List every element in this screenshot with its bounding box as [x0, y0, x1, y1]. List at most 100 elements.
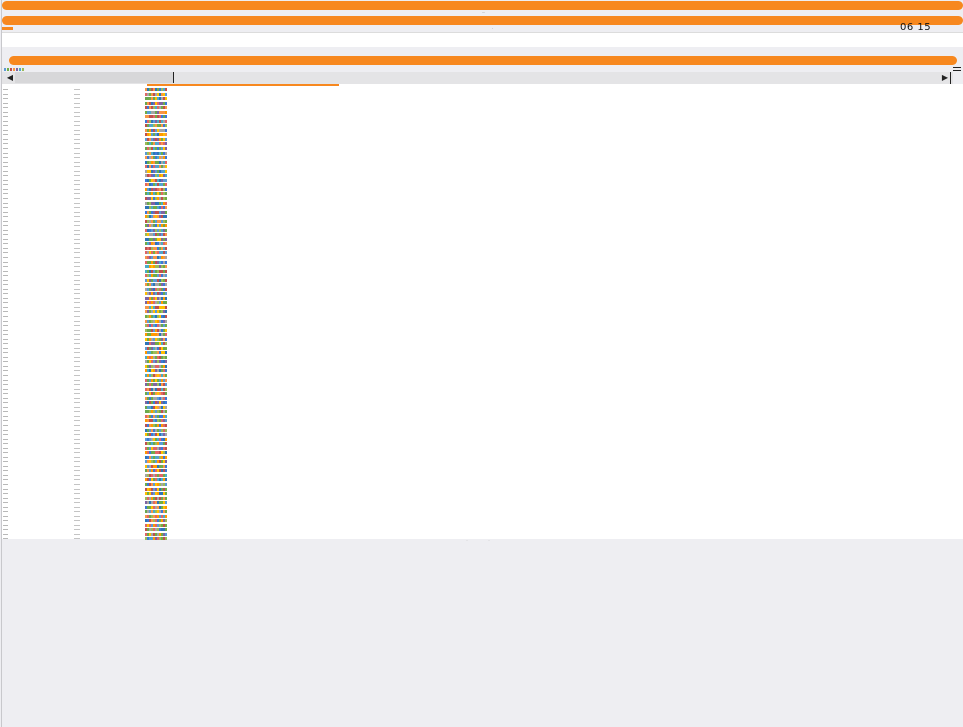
table-row[interactable] — [2, 228, 963, 233]
table-row[interactable] — [2, 269, 963, 274]
table-row[interactable] — [2, 283, 963, 287]
table-row[interactable] — [2, 133, 963, 137]
table-row[interactable] — [2, 101, 963, 106]
table-row[interactable] — [2, 460, 963, 464]
table-row[interactable] — [2, 178, 963, 183]
table-row[interactable] — [2, 233, 963, 237]
table-row[interactable] — [2, 215, 963, 219]
table-row[interactable] — [2, 310, 963, 314]
table-row[interactable] — [2, 423, 963, 428]
table-row[interactable] — [2, 451, 963, 455]
table-row[interactable] — [2, 110, 963, 115]
table-row[interactable] — [2, 119, 963, 124]
table-row[interactable] — [2, 287, 963, 292]
table-row[interactable] — [2, 160, 963, 165]
table-row[interactable] — [2, 514, 963, 519]
top-toolbar-bar[interactable] — [2, 1, 963, 10]
table-row[interactable] — [2, 246, 963, 251]
menu-icon[interactable] — [953, 67, 961, 73]
table-row[interactable] — [2, 169, 963, 174]
secondary-toolbar-bar[interactable] — [2, 16, 963, 25]
table-row[interactable] — [2, 201, 963, 206]
table-row[interactable] — [2, 206, 963, 210]
table-row[interactable] — [2, 374, 963, 378]
table-row[interactable] — [2, 278, 963, 283]
scroll-right-arrow-icon[interactable]: ▶ — [940, 72, 951, 84]
table-row[interactable] — [2, 319, 963, 324]
table-row[interactable] — [2, 251, 963, 255]
pager-right[interactable]: — — [488, 540, 490, 542]
scroll-left-arrow-icon[interactable]: ◀ — [5, 72, 15, 84]
table-row[interactable] — [2, 92, 963, 97]
table-row[interactable] — [2, 392, 963, 396]
table-row[interactable] — [2, 196, 963, 201]
table-row[interactable] — [2, 364, 963, 369]
table-row[interactable] — [2, 419, 963, 423]
table-row[interactable] — [2, 124, 963, 128]
table-row[interactable] — [2, 360, 963, 364]
table-row[interactable] — [2, 464, 963, 469]
table-row[interactable] — [2, 473, 963, 478]
table-row[interactable] — [2, 296, 963, 301]
table-row[interactable] — [2, 165, 963, 169]
table-row[interactable] — [2, 142, 963, 146]
table-row[interactable] — [2, 210, 963, 215]
table-row[interactable] — [2, 387, 963, 392]
table-row[interactable] — [2, 428, 963, 433]
table-row[interactable] — [2, 333, 963, 337]
table-row[interactable] — [2, 337, 963, 342]
table-row[interactable] — [2, 528, 963, 532]
table-row[interactable] — [2, 396, 963, 401]
table-row[interactable] — [2, 137, 963, 142]
table-row[interactable] — [2, 378, 963, 383]
table-row[interactable] — [2, 369, 963, 373]
table-row[interactable] — [2, 147, 963, 151]
table-row[interactable] — [2, 192, 963, 196]
table-row[interactable] — [2, 156, 963, 160]
table-row[interactable] — [2, 328, 963, 333]
table-row[interactable] — [2, 442, 963, 446]
table-row[interactable] — [2, 106, 963, 110]
table-row[interactable] — [2, 315, 963, 319]
table-row[interactable] — [2, 401, 963, 405]
table-row[interactable] — [2, 482, 963, 487]
table-row[interactable] — [2, 128, 963, 133]
table-row[interactable] — [2, 274, 963, 278]
table-row[interactable] — [2, 242, 963, 246]
table-row[interactable] — [2, 174, 963, 178]
table-row[interactable] — [2, 501, 963, 505]
table-row[interactable] — [2, 496, 963, 501]
table-row[interactable] — [2, 469, 963, 473]
table-row[interactable] — [2, 478, 963, 482]
pager-left[interactable]: — — [466, 540, 468, 542]
table-row[interactable] — [2, 523, 963, 528]
table-row[interactable] — [2, 410, 963, 414]
table-row[interactable] — [2, 219, 963, 224]
table-row[interactable] — [2, 414, 963, 419]
table-row[interactable] — [2, 224, 963, 228]
table-row[interactable] — [2, 260, 963, 265]
table-row[interactable] — [2, 455, 963, 460]
table-row[interactable] — [2, 437, 963, 442]
table-row[interactable] — [2, 537, 963, 541]
table-row[interactable] — [2, 97, 963, 101]
table-row[interactable] — [2, 342, 963, 346]
table-row[interactable] — [2, 492, 963, 496]
table-row[interactable] — [2, 115, 963, 119]
table-row[interactable] — [2, 355, 963, 360]
table-row[interactable] — [2, 255, 963, 260]
table-row[interactable] — [2, 505, 963, 510]
table-row[interactable] — [2, 433, 963, 437]
table-row[interactable] — [2, 532, 963, 537]
table-row[interactable] — [2, 351, 963, 355]
filter-bar[interactable] — [9, 56, 957, 65]
table-row[interactable] — [2, 405, 963, 410]
table-row[interactable] — [2, 88, 963, 92]
table-row[interactable] — [2, 487, 963, 492]
table-row[interactable] — [2, 305, 963, 310]
table-row[interactable] — [2, 237, 963, 242]
table-row[interactable] — [2, 324, 963, 328]
table-row[interactable] — [2, 383, 963, 387]
scroll-thumb[interactable] — [15, 72, 174, 83]
table-row[interactable] — [2, 301, 963, 305]
